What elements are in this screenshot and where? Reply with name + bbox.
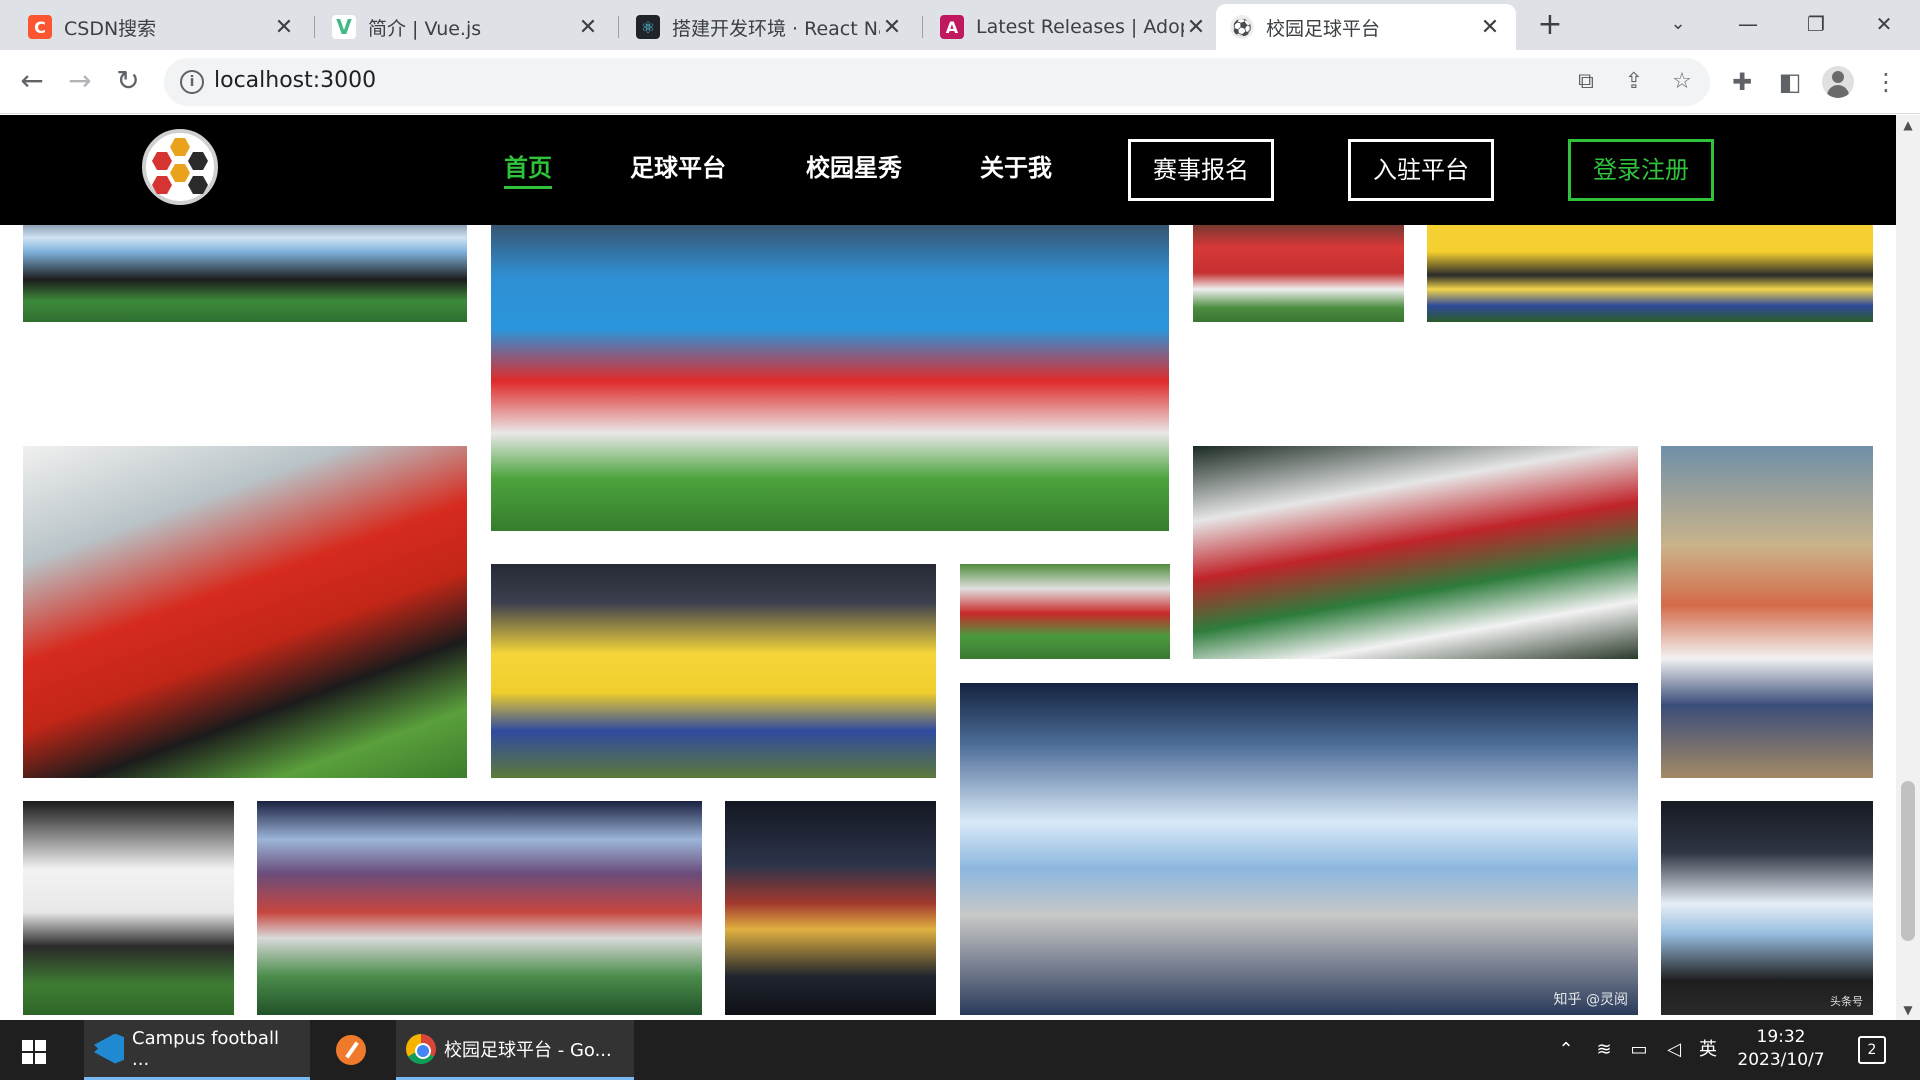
photo-watermark: 头条号 xyxy=(1830,995,1863,1008)
window-close-icon[interactable]: ✕ xyxy=(1854,6,1914,42)
page-scrollbar[interactable]: ▲ ▼ xyxy=(1896,115,1920,1020)
close-icon[interactable]: ✕ xyxy=(1478,15,1502,40)
url-text[interactable]: localhost:3000 xyxy=(214,68,376,93)
bookmark-star-icon[interactable]: ☆ xyxy=(1668,68,1696,96)
ime-indicator[interactable]: 英 xyxy=(1694,1038,1722,1062)
new-tab-button[interactable]: + xyxy=(1532,8,1568,44)
tab-title: 校园足球平台 xyxy=(1266,17,1381,40)
system-clock[interactable]: 19:32 2023/10/7 xyxy=(1726,1026,1836,1072)
csdn-icon: C xyxy=(28,15,52,39)
tab-title: CSDN搜索 xyxy=(64,17,157,40)
tab-title: 简介 | Vue.js xyxy=(368,17,482,40)
iran-celebration-photo[interactable] xyxy=(1193,446,1638,659)
taskbar-app-paint[interactable] xyxy=(326,1020,382,1080)
page-viewport: 首页 足球平台 校园星秀 关于我 赛事报名 入驻平台 登录注册 知乎 @灵阅 头… xyxy=(0,115,1896,1020)
tab-csdn[interactable]: C CSDN搜索 ✕ xyxy=(14,4,310,50)
site-logo[interactable] xyxy=(142,129,218,205)
menu-icon[interactable]: ⋮ xyxy=(1868,64,1904,100)
windows-start-icon[interactable] xyxy=(22,1040,46,1064)
join-platform-button[interactable]: 入驻平台 xyxy=(1348,139,1494,201)
battery-icon[interactable]: ▭ xyxy=(1624,1038,1654,1062)
close-icon[interactable]: ✕ xyxy=(272,15,296,40)
taskbar-app-label: Campus football ... xyxy=(132,1027,279,1070)
close-icon[interactable]: ✕ xyxy=(1184,15,1208,40)
tab-react-native[interactable]: ⚛ 搭建开发环境 · React Na ✕ xyxy=(622,4,918,50)
share-icon[interactable]: ⇪ xyxy=(1620,68,1648,96)
clock-date: 2023/10/7 xyxy=(1737,1050,1825,1070)
site-icon: ⚽ xyxy=(1230,15,1254,39)
red-team-action-photo[interactable] xyxy=(960,564,1170,659)
vue-icon: V xyxy=(332,15,356,39)
tray-overflow-icon[interactable]: ⌃ xyxy=(1552,1038,1580,1062)
russia-celebration-photo[interactable] xyxy=(491,205,1169,531)
restore-icon[interactable]: ❐ xyxy=(1786,6,1846,42)
open-in-app-icon[interactable]: ⧉ xyxy=(1572,68,1600,96)
scrollbar-thumb[interactable] xyxy=(1901,781,1915,941)
cartoon-players-illustration[interactable] xyxy=(1661,446,1873,778)
nav-campus-stars[interactable]: 校园星秀 xyxy=(806,145,902,191)
scroll-down-arrow-icon[interactable]: ▼ xyxy=(1896,1000,1920,1020)
logo-hex xyxy=(170,164,190,182)
argentina-copa-america-photo[interactable]: 知乎 @灵阅 xyxy=(960,683,1638,1015)
browser-tab-strip: C CSDN搜索 ✕ V 简介 | Vue.js ✕ ⚛ 搭建开发环境 · Re… xyxy=(0,0,1920,50)
minimize-icon[interactable]: — xyxy=(1718,6,1778,42)
site-info-icon[interactable]: i xyxy=(180,70,204,94)
argentina-players-photo[interactable]: 头条号 xyxy=(1661,801,1873,1015)
tab-adoptium[interactable]: A Latest Releases | Adopt ✕ xyxy=(926,4,1222,50)
photo-watermark: 知乎 @灵阅 xyxy=(1553,992,1628,1008)
start-tile xyxy=(22,1040,33,1051)
scroll-up-arrow-icon[interactable]: ▲ xyxy=(1896,115,1920,135)
tab-separator xyxy=(314,16,315,38)
germany-team-photo[interactable] xyxy=(23,801,234,1015)
browser-toolbar: ← → ↻ i localhost:3000 ⧉ ⇪ ☆ ✚ ◧ ⋮ xyxy=(0,50,1920,114)
nav-home[interactable]: 首页 xyxy=(504,145,552,191)
extensions-icon[interactable]: ✚ xyxy=(1724,64,1760,100)
event-signup-button[interactable]: 赛事报名 xyxy=(1128,139,1274,201)
wifi-icon[interactable]: ≋ xyxy=(1590,1038,1618,1062)
windows-taskbar: Campus football ... 校园足球平台 - Go... ⌃ ≋ ▭… xyxy=(0,1020,1920,1080)
notification-center-icon[interactable]: 2 xyxy=(1858,1036,1886,1064)
taskbar-app-vscode[interactable]: Campus football ... xyxy=(84,1020,310,1080)
start-tile xyxy=(35,1053,46,1064)
back-icon[interactable]: ← xyxy=(12,62,52,102)
close-icon[interactable]: ✕ xyxy=(576,15,600,40)
tab-vue[interactable]: V 简介 | Vue.js ✕ xyxy=(318,4,614,50)
taskbar-app-label: 校园足球平台 - Go... xyxy=(444,1039,612,1061)
login-register-button[interactable]: 登录注册 xyxy=(1568,139,1714,201)
forward-icon[interactable]: → xyxy=(60,62,100,102)
clock-time: 19:32 xyxy=(1756,1027,1806,1047)
logo-hex xyxy=(188,152,208,170)
world-cup-teams-illustration[interactable] xyxy=(257,801,702,1015)
spain-celebration-photo[interactable] xyxy=(23,446,467,778)
logo-hex xyxy=(188,176,208,194)
vscode-icon xyxy=(94,1033,124,1064)
tab-search-icon[interactable]: ⌄ xyxy=(1648,6,1708,42)
side-panel-icon[interactable]: ◧ xyxy=(1772,64,1808,100)
tab-title: Latest Releases | Adopt xyxy=(976,16,1184,38)
reload-icon[interactable]: ↻ xyxy=(108,62,148,102)
logo-hex xyxy=(152,152,172,170)
profile-avatar[interactable] xyxy=(1822,66,1854,98)
tab-campus-football[interactable]: ⚽ 校园足球平台 ✕ xyxy=(1216,4,1516,50)
tab-separator xyxy=(922,16,923,38)
players-lineup-illustration[interactable] xyxy=(725,801,936,1015)
react-icon: ⚛ xyxy=(636,15,660,39)
start-tile xyxy=(22,1053,33,1064)
address-bar[interactable]: i localhost:3000 ⧉ ⇪ ☆ xyxy=(164,58,1710,106)
adoptium-icon: A xyxy=(940,15,964,39)
brazil-team-photo[interactable] xyxy=(491,564,936,778)
taskbar-app-chrome[interactable]: 校园足球平台 - Go... xyxy=(396,1020,634,1080)
paint-icon xyxy=(336,1035,366,1065)
nav-about-me[interactable]: 关于我 xyxy=(980,145,1052,191)
start-tile xyxy=(35,1040,46,1051)
nav-football-platform[interactable]: 足球平台 xyxy=(630,145,726,191)
site-header: 首页 足球平台 校园星秀 关于我 赛事报名 入驻平台 登录注册 xyxy=(0,115,1896,225)
chrome-icon xyxy=(406,1033,436,1064)
tab-separator xyxy=(618,16,619,38)
close-icon[interactable]: ✕ xyxy=(880,15,904,40)
volume-icon[interactable]: ◁ xyxy=(1660,1038,1688,1062)
logo-hex xyxy=(170,138,190,156)
logo-hex xyxy=(152,176,172,194)
tab-title: 搭建开发环境 · React Na xyxy=(672,17,880,40)
